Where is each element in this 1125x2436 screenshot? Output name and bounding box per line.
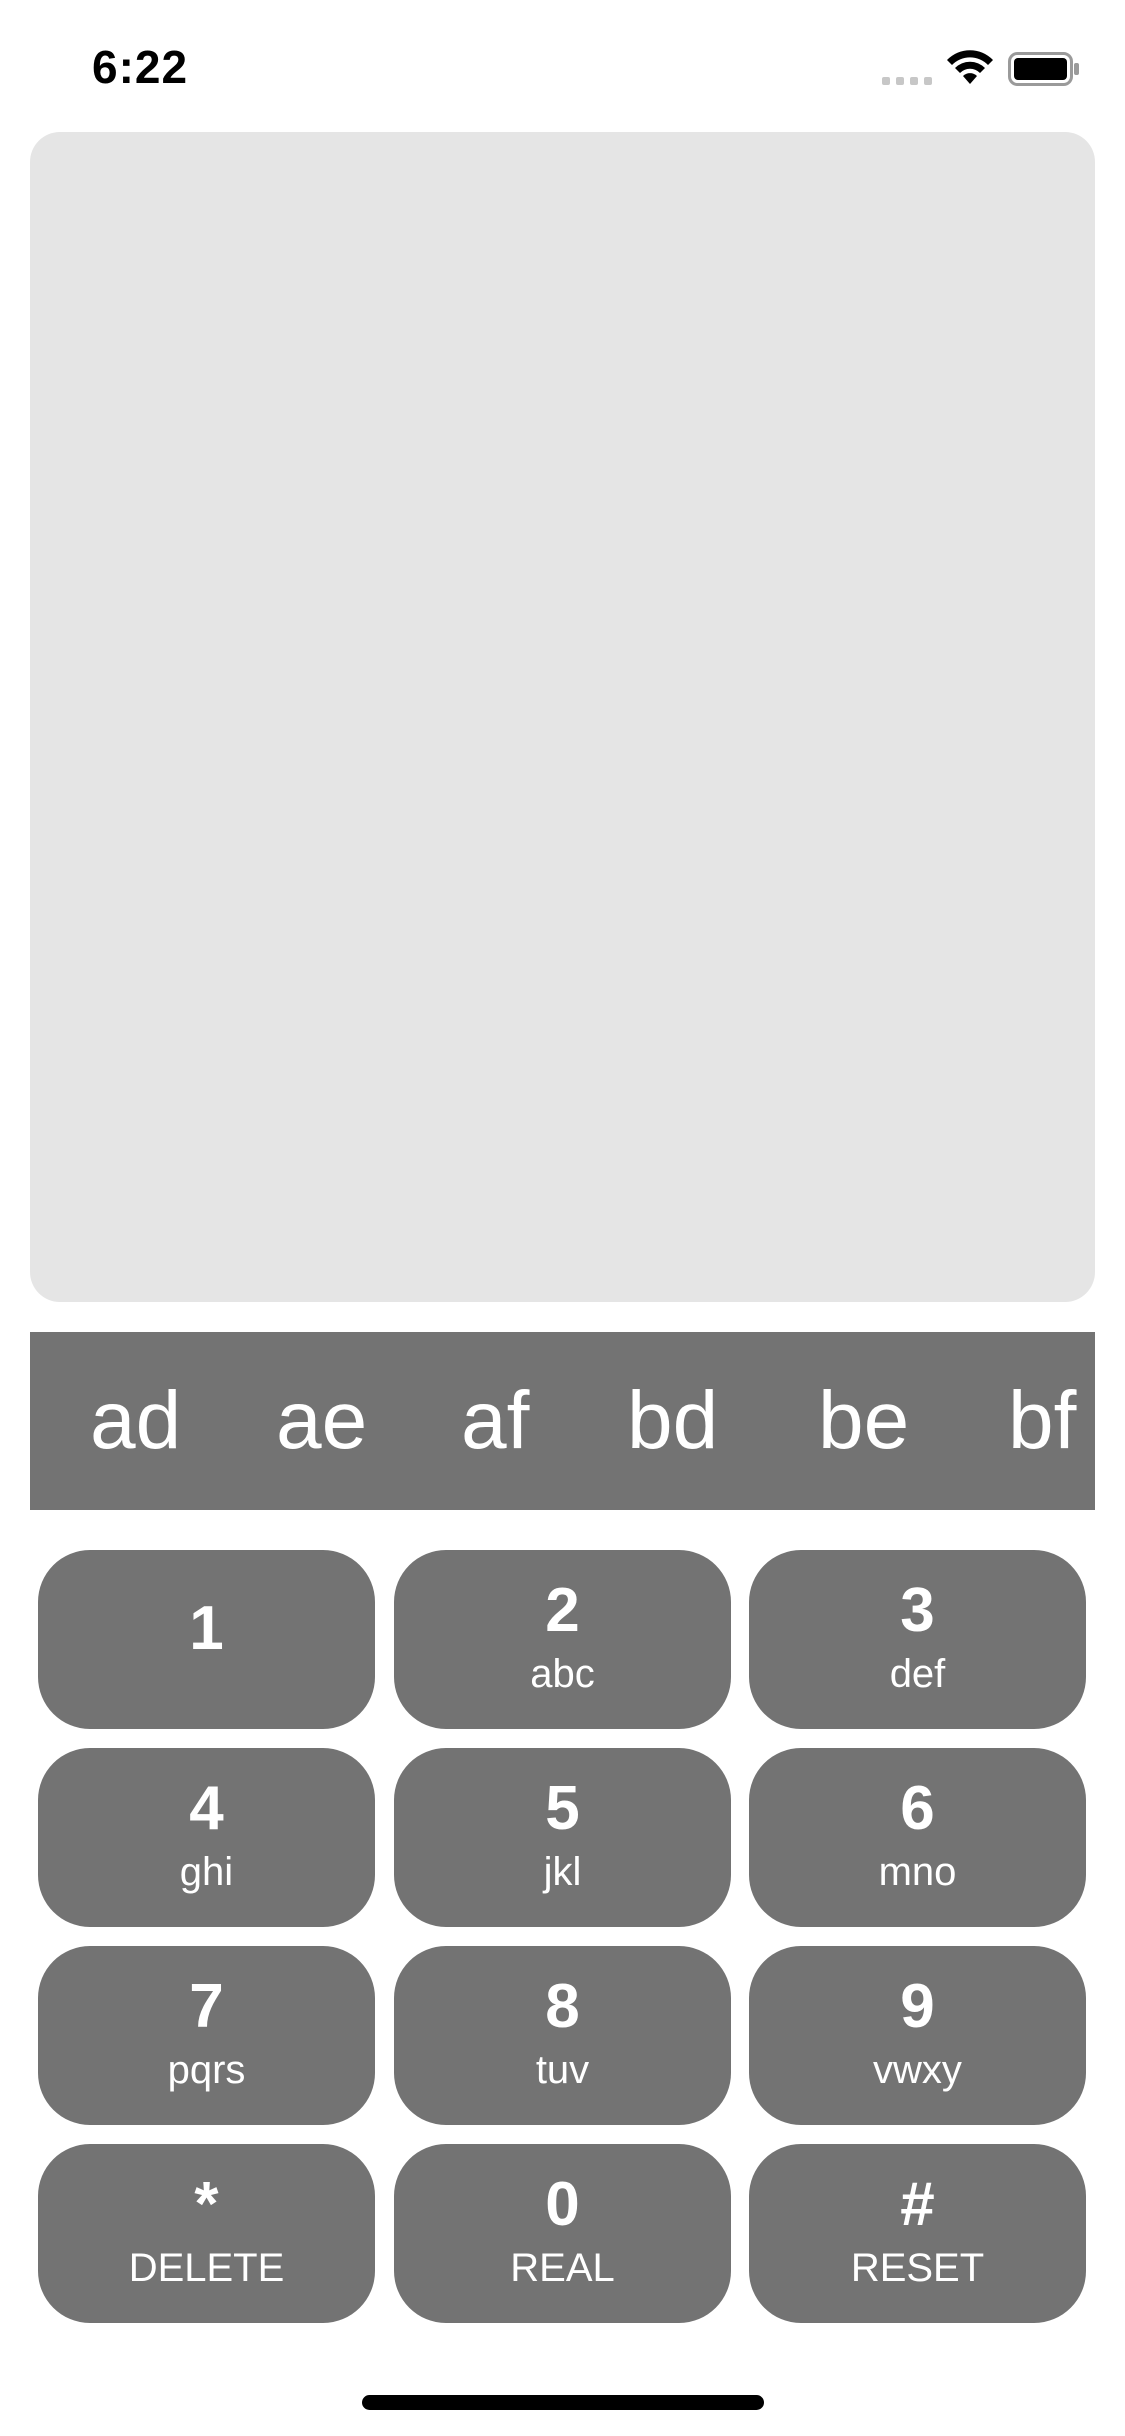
key-letters: RESET bbox=[850, 2246, 985, 2290]
key-digit: 0 bbox=[545, 2170, 580, 2239]
key-letters: ghi bbox=[179, 1850, 234, 1894]
key-4[interactable]: 4 ghi bbox=[38, 1748, 375, 1927]
battery-icon bbox=[1008, 52, 1079, 86]
key-3[interactable]: 3 def bbox=[749, 1550, 1086, 1729]
key-letters: mno bbox=[878, 1850, 957, 1894]
key-digit: * bbox=[194, 2170, 219, 2239]
status-bar: 6:22 bbox=[0, 0, 1125, 132]
status-time: 6:22 bbox=[92, 41, 189, 93]
display-panel bbox=[30, 132, 1095, 1302]
key-6[interactable]: 6 mno bbox=[749, 1748, 1086, 1927]
home-indicator[interactable] bbox=[362, 2395, 764, 2410]
key-digit: 4 bbox=[189, 1774, 224, 1843]
suggestion-item[interactable]: bd bbox=[627, 1332, 718, 1510]
key-digit: 7 bbox=[189, 1972, 224, 2041]
key-letters: def bbox=[889, 1652, 946, 1696]
reset-key[interactable]: # RESET bbox=[749, 2144, 1086, 2323]
key-digit: 5 bbox=[545, 1774, 580, 1843]
delete-key[interactable]: * DELETE bbox=[38, 2144, 375, 2323]
key-letters: REAL bbox=[510, 2246, 615, 2290]
key-7[interactable]: 7 pqrs bbox=[38, 1946, 375, 2125]
suggestion-item[interactable]: bf bbox=[1008, 1332, 1076, 1510]
key-5[interactable]: 5 jkl bbox=[394, 1748, 731, 1927]
key-1[interactable]: 1 bbox=[38, 1550, 375, 1729]
key-digit: 1 bbox=[189, 1594, 224, 1663]
key-digit: 2 bbox=[545, 1576, 580, 1645]
suggestion-bar[interactable]: ad ae af bd be bf bbox=[30, 1332, 1095, 1510]
key-letters: tuv bbox=[535, 2048, 590, 2092]
key-digit: 6 bbox=[900, 1774, 935, 1843]
suggestion-item[interactable]: af bbox=[461, 1332, 529, 1510]
suggestion-item[interactable]: ae bbox=[276, 1332, 367, 1510]
key-digit: 9 bbox=[900, 1972, 935, 2041]
key-letters: DELETE bbox=[128, 2246, 285, 2290]
suggestion-item[interactable]: be bbox=[818, 1332, 909, 1510]
wifi-icon bbox=[947, 50, 993, 84]
key-digit: 8 bbox=[545, 1972, 580, 2041]
cellular-signal-icon bbox=[882, 77, 932, 85]
key-letters: jkl bbox=[543, 1850, 582, 1894]
key-letters: abc bbox=[530, 1652, 595, 1696]
key-digit: # bbox=[900, 2170, 935, 2239]
key-9[interactable]: 9 vwxy bbox=[749, 1946, 1086, 2125]
suggestion-item[interactable]: ad bbox=[90, 1332, 181, 1510]
key-8[interactable]: 8 tuv bbox=[394, 1946, 731, 2125]
key-digit: 3 bbox=[900, 1576, 935, 1645]
real-key[interactable]: 0 REAL bbox=[394, 2144, 731, 2323]
key-2[interactable]: 2 abc bbox=[394, 1550, 731, 1729]
key-letters: pqrs bbox=[167, 2048, 246, 2092]
key-letters: vwxy bbox=[873, 2048, 962, 2092]
